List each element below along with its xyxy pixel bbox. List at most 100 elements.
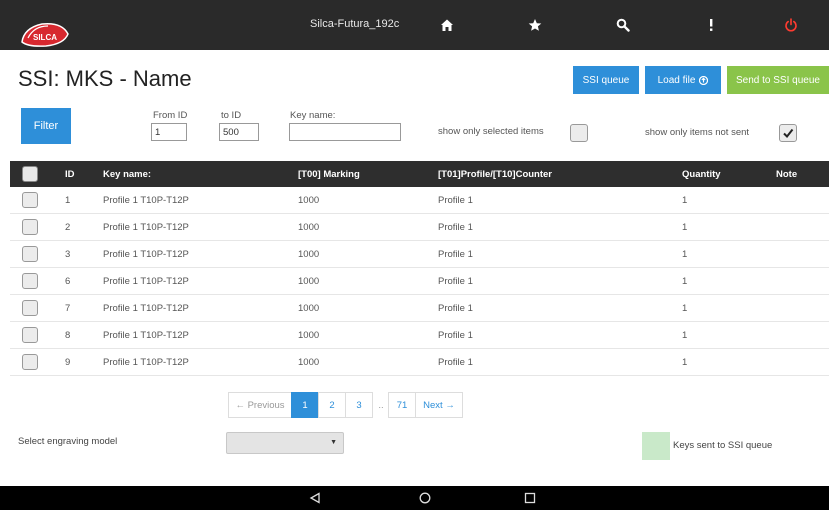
row-checkbox[interactable] [22,327,38,343]
home-circle-icon[interactable] [416,489,434,507]
load-file-label: Load file [657,74,696,86]
page-ellipsis: .. [375,392,387,418]
cell-profile: Profile 1 [438,303,473,314]
cell-key-name: Profile 1 T10P-T12P [103,195,189,206]
app-title: Silca-Futura_192c [310,18,400,30]
page-2-button[interactable]: 2 [318,392,346,418]
table-row[interactable]: 7 Profile 1 T10P-T12P 1000 Profile 1 1 [10,295,829,322]
silca-logo: SILCA [21,22,69,47]
cell-profile: Profile 1 [438,222,473,233]
row-checkbox[interactable] [22,246,38,262]
cell-id: 7 [65,303,71,314]
show-not-sent-label: show only items not sent [645,127,750,138]
cell-profile: Profile 1 [438,330,473,341]
sent-legend-swatch [642,432,670,460]
ssi-queue-label: SSI queue [582,74,630,86]
cell-marking: 1000 [298,195,320,206]
engraving-model-label: Select engraving model [18,436,118,447]
page-71-button[interactable]: 71 [388,392,416,418]
key-name-input[interactable] [289,123,401,141]
cell-quantity: 1 [682,303,688,314]
send-to-ssi-queue-button[interactable]: Send to SSI queue [727,66,829,94]
cell-quantity: 1 [682,249,688,260]
col-quantity[interactable]: Quantity [682,169,721,180]
cell-key-name: Profile 1 T10P-T12P [103,276,189,287]
table-row[interactable]: 3 Profile 1 T10P-T12P 1000 Profile 1 1 [10,241,829,268]
cell-profile: Profile 1 [438,195,473,206]
send-to-ssi-queue-label: Send to SSI queue [736,74,820,86]
row-checkbox[interactable] [22,354,38,370]
cell-id: 1 [65,195,71,206]
cell-marking: 1000 [298,357,320,368]
to-id-label: to ID [221,110,242,121]
from-id-input[interactable] [151,123,187,141]
show-not-sent-checkbox[interactable] [779,124,797,142]
top-bar: SILCA Silca-Futura_192c [0,0,829,50]
to-id-input[interactable] [219,123,259,141]
cell-marking: 1000 [298,330,320,341]
cell-key-name: Profile 1 T10P-T12P [103,303,189,314]
search-icon[interactable] [612,14,634,36]
cell-marking: 1000 [298,303,320,314]
row-checkbox[interactable] [22,219,38,235]
recent-apps-icon[interactable] [521,489,539,507]
cell-quantity: 1 [682,276,688,287]
cell-quantity: 1 [682,195,688,206]
ssi-queue-button[interactable]: SSI queue [573,66,639,94]
show-selected-checkbox[interactable] [570,124,588,142]
row-checkbox[interactable] [22,300,38,316]
svg-text:SILCA: SILCA [33,33,57,42]
key-name-label: Key name: [290,110,336,121]
cell-marking: 1000 [298,276,320,287]
checkmark-icon [783,128,794,139]
filter-button[interactable]: Filter [21,108,71,144]
home-icon[interactable] [436,14,458,36]
show-selected-label: show only selected items [438,126,544,137]
col-key-name[interactable]: Key name: [103,169,151,180]
row-checkbox[interactable] [22,192,38,208]
more-vertical-icon[interactable] [700,14,722,36]
row-checkbox[interactable] [22,273,38,289]
back-icon[interactable] [306,489,324,507]
table-header: ID Key name: [T00] Marking [T01]Profile/… [10,161,829,187]
cell-quantity: 1 [682,222,688,233]
dropdown-arrow-icon: ▼ [330,439,337,446]
previous-page-button[interactable]: ← Previous [228,392,292,418]
engraving-model-select[interactable]: ▼ [226,432,344,454]
page-3-button[interactable]: 3 [345,392,373,418]
col-id[interactable]: ID [65,169,75,180]
cell-id: 3 [65,249,71,260]
cell-profile: Profile 1 [438,249,473,260]
col-note[interactable]: Note [776,169,797,180]
select-all-checkbox[interactable] [22,166,38,182]
table-row[interactable]: 9 Profile 1 T10P-T12P 1000 Profile 1 1 [10,349,829,376]
cell-id: 6 [65,276,71,287]
cell-key-name: Profile 1 T10P-T12P [103,222,189,233]
from-id-label: From ID [153,110,188,121]
next-page-button[interactable]: Next → [415,392,463,418]
page-title: SSI: MKS - Name [18,66,192,91]
cell-profile: Profile 1 [438,276,473,287]
cell-quantity: 1 [682,330,688,341]
cell-marking: 1000 [298,222,320,233]
load-file-button[interactable]: Load file [645,66,721,94]
cell-key-name: Profile 1 T10P-T12P [103,249,189,260]
col-marking[interactable]: [T00] Marking [298,169,360,180]
star-icon[interactable] [524,14,546,36]
upload-icon [699,75,709,85]
page-1-button[interactable]: 1 [291,392,319,418]
cell-marking: 1000 [298,249,320,260]
table-row[interactable]: 8 Profile 1 T10P-T12P 1000 Profile 1 1 [10,322,829,349]
cell-quantity: 1 [682,357,688,368]
cell-id: 2 [65,222,71,233]
power-icon[interactable] [780,14,802,36]
android-nav-bar [0,486,829,510]
col-profile-counter[interactable]: [T01]Profile/[T10]Counter [438,169,552,180]
pagination: ← Previous 1 2 3 .. 71 Next → [228,392,463,418]
cell-id: 8 [65,330,71,341]
table-row[interactable]: 1 Profile 1 T10P-T12P 1000 Profile 1 1 [10,187,829,214]
table-body: 1 Profile 1 T10P-T12P 1000 Profile 1 1 2… [10,187,829,376]
filter-label: Filter [33,120,59,132]
table-row[interactable]: 2 Profile 1 T10P-T12P 1000 Profile 1 1 [10,214,829,241]
table-row[interactable]: 6 Profile 1 T10P-T12P 1000 Profile 1 1 [10,268,829,295]
